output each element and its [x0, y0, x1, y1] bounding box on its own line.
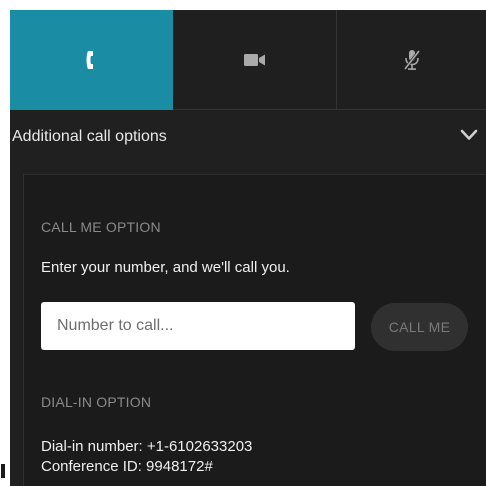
call-me-section-label: CALL ME OPTION	[41, 219, 161, 235]
phone-icon	[85, 50, 99, 70]
call-options-panel: Additional call options CALL ME OPTION E…	[10, 10, 486, 486]
additional-call-options-toggle[interactable]: Additional call options	[10, 114, 486, 160]
additional-call-options-title: Additional call options	[12, 128, 167, 145]
tab-phone[interactable]	[10, 10, 173, 110]
number-to-call-input[interactable]	[41, 302, 355, 350]
tab-microphone[interactable]	[337, 10, 486, 110]
call-me-button[interactable]: CALL ME	[371, 303, 468, 351]
dial-in-section-label: DIAL-IN OPTION	[41, 394, 152, 410]
video-camera-icon	[243, 53, 266, 67]
tab-video[interactable]	[173, 10, 337, 110]
call-options-content: CALL ME OPTION Enter your number, and we…	[23, 174, 486, 486]
microphone-muted-icon	[403, 49, 421, 71]
conference-id: Conference ID: 9948172#	[41, 458, 213, 475]
chevron-down-icon[interactable]	[460, 128, 478, 146]
call-me-instruction: Enter your number, and we'll call you.	[41, 259, 290, 276]
call-mode-tabs	[10, 10, 486, 110]
dial-in-number: Dial-in number: +1-6102633203	[41, 438, 253, 455]
page-edge-mark	[1, 464, 5, 478]
